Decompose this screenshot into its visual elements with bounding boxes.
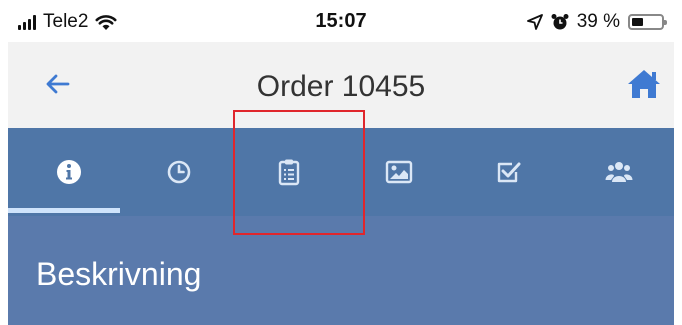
- checkbox-icon: [497, 162, 521, 183]
- battery-nub: [664, 20, 667, 25]
- section-title: Beskrivning: [36, 256, 202, 292]
- tab-contacts[interactable]: [564, 128, 674, 216]
- alarm-icon: [551, 14, 569, 30]
- battery-fill: [632, 18, 643, 26]
- location-arrow-icon: [526, 14, 543, 30]
- home-icon[interactable]: [626, 68, 662, 100]
- annotation-highlight-box: [233, 110, 365, 235]
- battery-percent: 39 %: [576, 11, 620, 32]
- tab-tasks[interactable]: [454, 128, 564, 216]
- tab-history[interactable]: [124, 128, 234, 216]
- selected-tab-indicator: [8, 208, 120, 213]
- status-right-group: 39 %: [526, 11, 667, 33]
- page-title: Order 10455: [256, 70, 426, 103]
- tab-info[interactable]: [14, 128, 124, 216]
- users-icon: [605, 162, 633, 182]
- app-screen: Tele2 15:07 39 % Order 10455 Beskrivning: [8, 0, 674, 325]
- image-icon: [385, 160, 413, 184]
- clock-icon: [167, 160, 191, 184]
- battery-icon: [628, 14, 667, 30]
- status-bar: Tele2 15:07 39 %: [8, 0, 674, 42]
- info-icon: [57, 160, 81, 184]
